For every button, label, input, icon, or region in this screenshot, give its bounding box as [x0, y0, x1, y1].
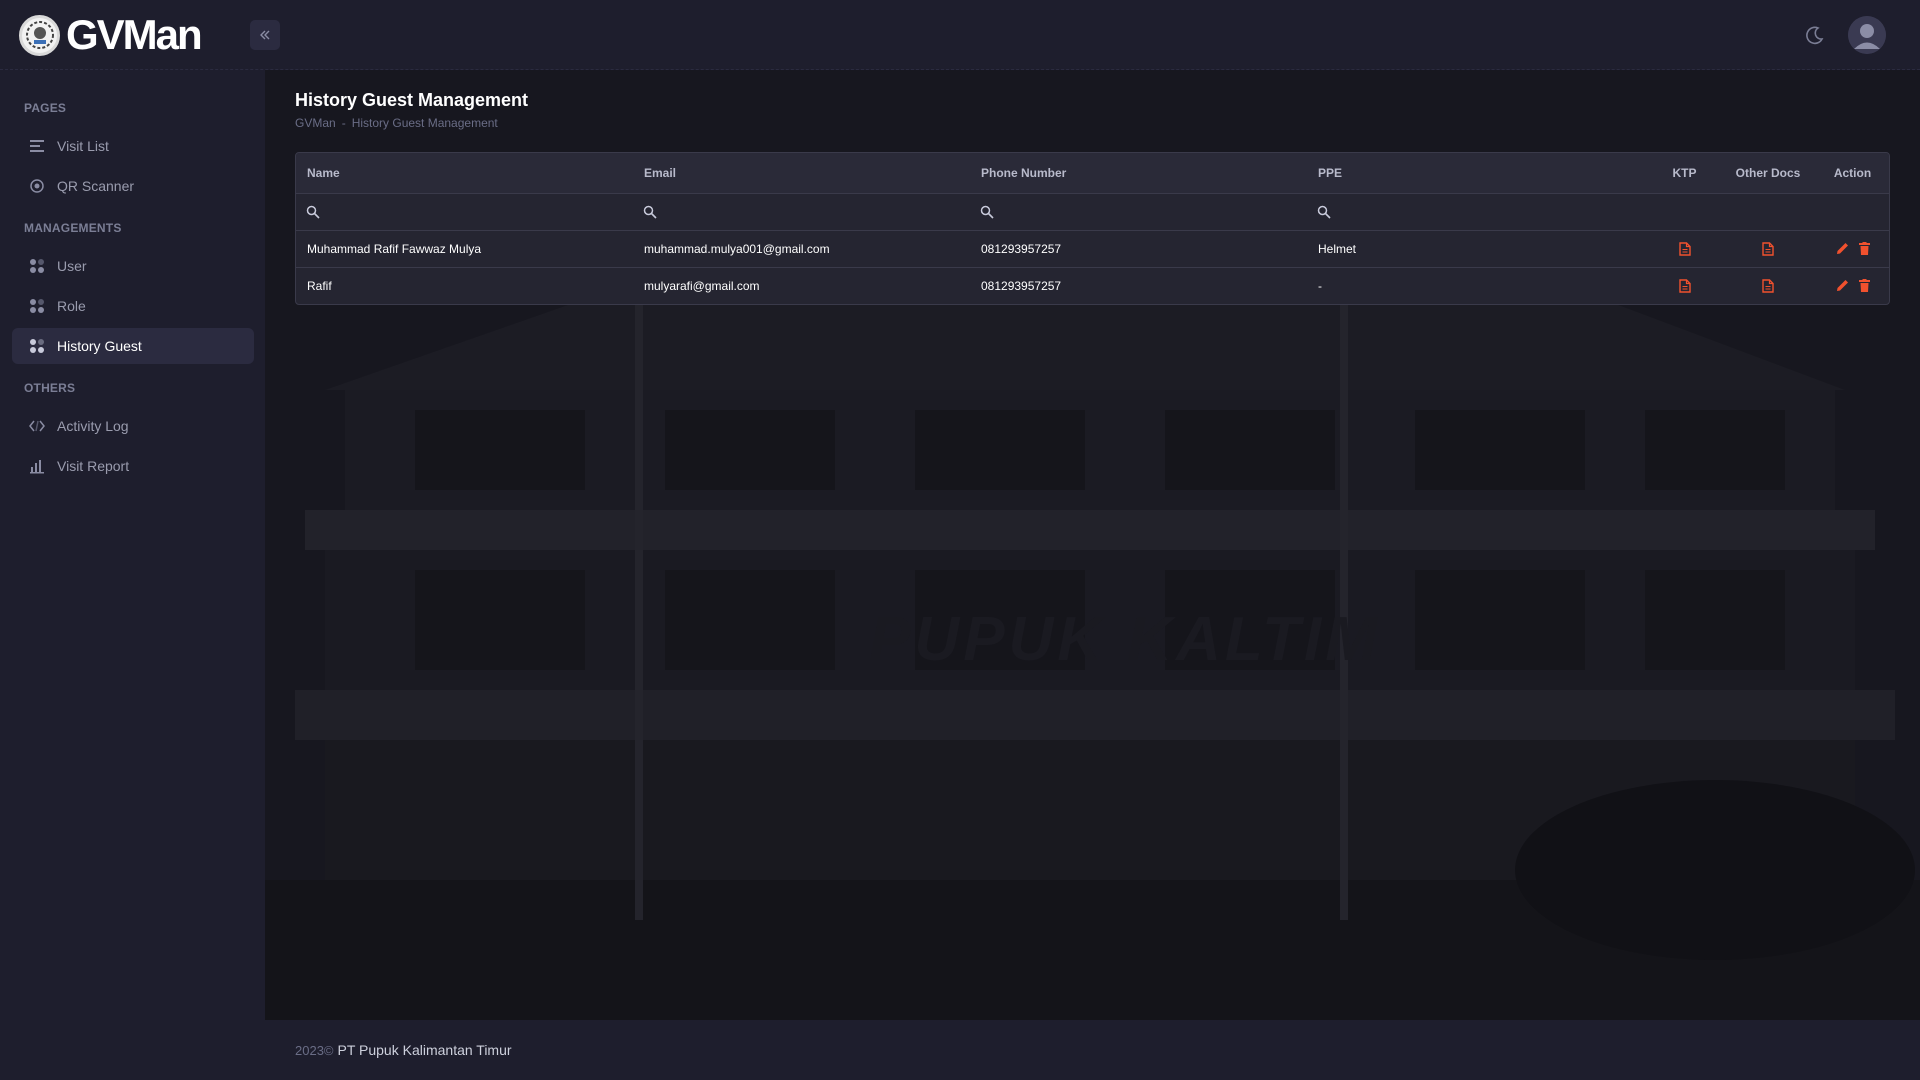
user-avatar[interactable]: [1848, 16, 1886, 54]
cell-phone: 081293957257: [970, 230, 1307, 268]
sidebar-item-history-guest[interactable]: History Guest: [12, 328, 254, 364]
document-icon: [1762, 279, 1774, 293]
view-ktp-button[interactable]: [1678, 242, 1691, 256]
cell-email: mulyarafi@gmail.com: [644, 278, 760, 293]
sidebar-item-label: Visit Report: [57, 458, 130, 474]
target-icon: [27, 176, 47, 196]
guest-history-table: Name Email Phone Number PPE KTP Other Do…: [295, 152, 1890, 305]
company-emblem-icon: [19, 14, 60, 56]
filter-phone-input[interactable]: [998, 204, 1238, 219]
breadcrumb-current: History Guest Management: [351, 116, 498, 130]
sidebar-collapse-button[interactable]: [250, 20, 280, 50]
grid-dots-icon: [27, 296, 47, 316]
cell-phone: 081293957257: [981, 278, 1062, 293]
column-header-action: Action: [1814, 153, 1889, 194]
delete-button[interactable]: [1858, 279, 1870, 293]
filter-email-field[interactable]: [643, 204, 970, 219]
view-ktp-button[interactable]: [1678, 279, 1691, 293]
theme-toggle-button[interactable]: [1804, 24, 1826, 46]
trash-icon: [1858, 279, 1870, 293]
sidebar-item-visit-report[interactable]: Visit Report: [12, 448, 254, 484]
search-icon: [306, 205, 320, 219]
cell-name: Muhammad Rafif Fawwaz Mulya: [296, 230, 633, 268]
pencil-icon: [1836, 243, 1848, 254]
page-title: History Guest Management: [295, 90, 529, 110]
table-row: Muhammad Rafif Fawwaz Mulya muhammad.mul…: [296, 230, 1889, 268]
app-name: GVMan: [66, 11, 203, 58]
column-header-phone[interactable]: Phone Number: [970, 153, 1307, 194]
sidebar-item-label: History Guest: [57, 338, 142, 354]
breadcrumb-separator: -: [341, 116, 346, 130]
search-icon: [643, 205, 657, 219]
cell-ppe: -: [1318, 278, 1322, 293]
cell-name: Rafif: [307, 278, 332, 293]
cell-ppe: Helmet: [1307, 230, 1647, 268]
code-icon: [27, 416, 47, 436]
footer-company-link[interactable]: PT Pupuk Kalimantan Timur: [338, 1042, 512, 1058]
breadcrumb: GVMan - History Guest Management: [295, 116, 498, 130]
trash-icon: [1858, 242, 1870, 255]
sidebar-section-others: OTHERS: [24, 381, 76, 395]
table-row: Rafif mulyarafi@gmail.com 081293957257 -: [296, 267, 1889, 304]
sidebar-item-role[interactable]: Role: [12, 288, 254, 324]
view-other-docs-button[interactable]: [1762, 242, 1774, 256]
sidebar-section-pages: PAGES: [24, 101, 67, 115]
edit-button[interactable]: [1836, 279, 1849, 292]
sidebar-section-managements: MANAGEMENTS: [24, 221, 122, 235]
table-header-row: Name Email Phone Number PPE KTP Other Do…: [296, 153, 1889, 194]
grid-dots-icon: [27, 336, 47, 356]
filter-name-field[interactable]: [306, 204, 633, 219]
sidebar-item-user[interactable]: User: [12, 248, 254, 284]
column-header-ktp: KTP: [1647, 153, 1722, 194]
column-header-ppe[interactable]: PPE: [1307, 153, 1647, 194]
filter-email-input[interactable]: [661, 204, 901, 219]
filter-ppe-field[interactable]: [1317, 204, 1647, 219]
view-other-docs-button[interactable]: [1762, 279, 1774, 293]
column-header-name[interactable]: Name: [296, 153, 633, 194]
sidebar-item-qr-scanner[interactable]: QR Scanner: [12, 168, 254, 204]
sidebar-item-visit-list[interactable]: Visit List: [12, 128, 254, 164]
footer-year: 2023©: [295, 1042, 334, 1058]
column-header-other-docs: Other Docs: [1722, 153, 1814, 194]
app-logo[interactable]: GVMan: [19, 11, 203, 58]
pencil-icon: [1836, 280, 1848, 292]
search-icon: [1317, 205, 1331, 219]
background-watermark: PUPUK KALTIM: [869, 605, 1381, 674]
sidebar-item-label: Visit List: [57, 138, 109, 154]
row-actions: [1814, 279, 1889, 293]
sidebar-item-label: QR Scanner: [57, 178, 135, 194]
sidebar-item-label: User: [57, 258, 87, 274]
filter-ppe-input[interactable]: [1335, 204, 1575, 219]
row-actions: [1814, 242, 1889, 255]
sidebar-item-label: Role: [57, 298, 86, 314]
sidebar-item-label: Activity Log: [57, 418, 129, 434]
double-chevron-left-icon: [260, 30, 270, 40]
document-icon: [1762, 242, 1774, 256]
user-avatar-icon: [1848, 16, 1886, 54]
document-icon: [1678, 279, 1691, 293]
bar-chart-icon: [27, 456, 47, 476]
grid-dots-icon: [27, 256, 47, 276]
filter-name-input[interactable]: [324, 204, 564, 219]
footer: 2023© PT Pupuk Kalimantan Timur: [265, 1020, 1920, 1080]
breadcrumb-home[interactable]: GVMan: [295, 116, 336, 130]
sidebar-item-activity-log[interactable]: Activity Log: [12, 408, 254, 444]
column-header-email[interactable]: Email: [633, 153, 970, 194]
main-content: PUPUK KALTIM History Guest Management GV…: [265, 70, 1920, 1020]
moon-icon: [1806, 26, 1824, 45]
edit-button[interactable]: [1836, 242, 1849, 255]
delete-button[interactable]: [1858, 242, 1870, 255]
list-icon: [27, 136, 47, 156]
top-header: GVMan: [0, 0, 1920, 70]
document-icon: [1678, 242, 1691, 256]
search-icon: [980, 205, 994, 219]
sidebar: PAGES Visit List QR Scanner MANAGEMENTS …: [0, 70, 265, 1080]
filter-phone-field[interactable]: [980, 204, 1307, 219]
cell-email: muhammad.mulya001@gmail.com: [633, 230, 970, 268]
table-filter-row: [296, 193, 1889, 231]
